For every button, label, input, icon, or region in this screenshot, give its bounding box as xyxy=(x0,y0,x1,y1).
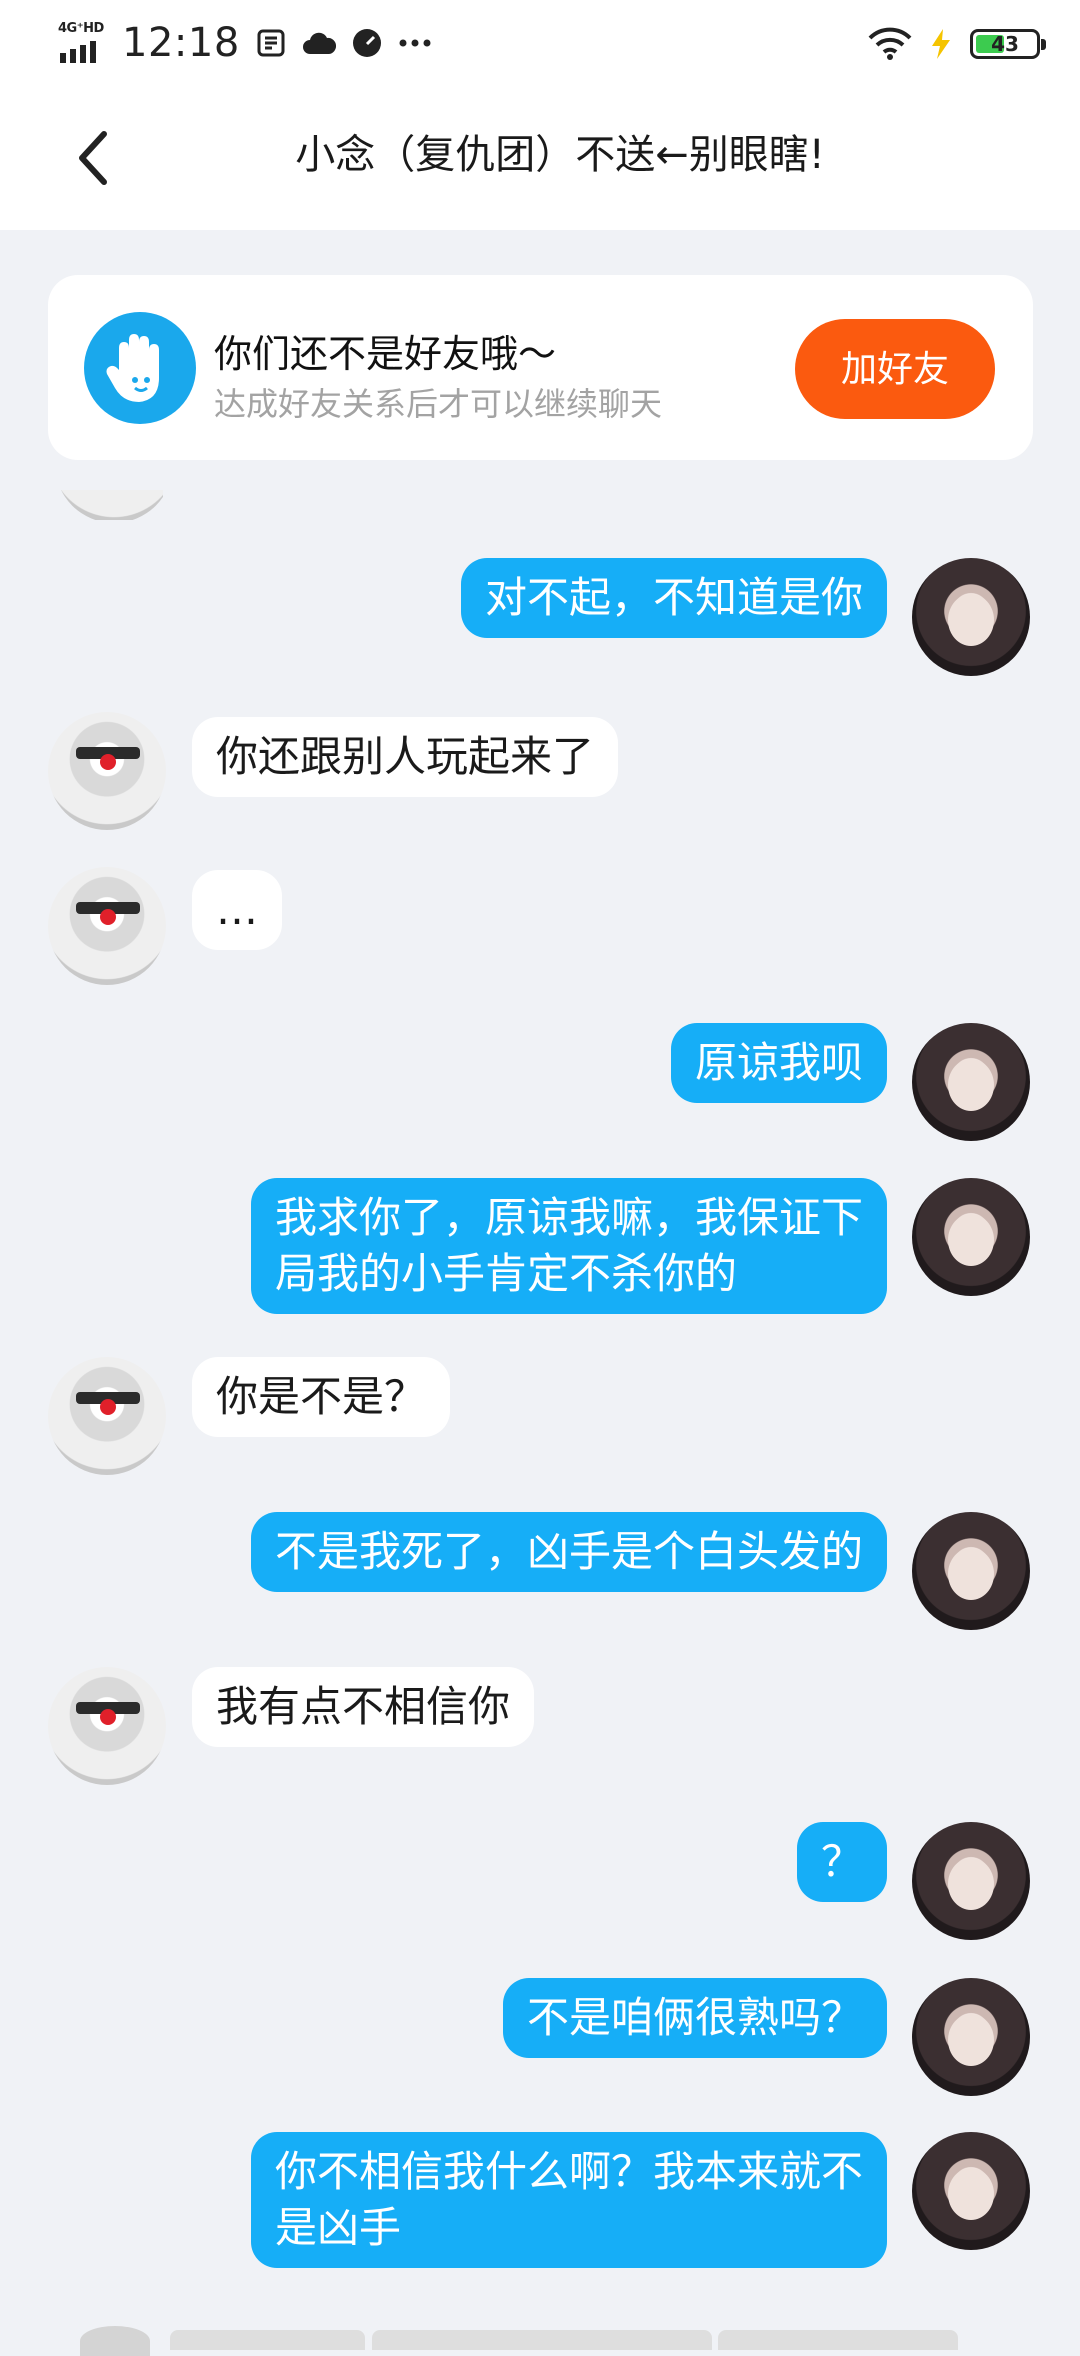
message-bubble-received[interactable]: 你是不是？ xyxy=(192,1357,451,1437)
my-avatar[interactable] xyxy=(912,558,1030,676)
message-line: 我求你了，原谅我嘛，我保证下 xyxy=(274,1193,863,1242)
hand-wave-icon xyxy=(84,312,196,424)
message-bubble-sent[interactable]: 不是我死了，凶手是个白头发的 xyxy=(250,1512,887,1592)
quick-reply-chip[interactable] xyxy=(372,2330,712,2350)
message-bubble-sent[interactable]: ？ xyxy=(796,1822,887,1902)
chat-title: 小念（复仇团）不送←别眼瞎! xyxy=(295,132,825,178)
banner-subtitle: 达成好友关系后才可以继续聊天 xyxy=(214,385,663,423)
back-button[interactable] xyxy=(62,123,122,193)
message-bubble-sent[interactable]: 原谅我呗 xyxy=(670,1023,887,1103)
network-type-label: 4G⁺HD xyxy=(58,21,104,36)
message-bubble-sent[interactable]: 不是咱俩很熟吗？ xyxy=(502,1978,887,2058)
speed-icon xyxy=(350,26,384,60)
wifi-icon xyxy=(868,27,912,61)
my-avatar[interactable] xyxy=(912,1178,1030,1296)
my-avatar[interactable] xyxy=(912,1023,1030,1141)
not-friends-banner: 你们还不是好友哦～ 达成好友关系后才可以继续聊天 加好友 xyxy=(48,275,1033,460)
cloud-icon xyxy=(302,26,336,60)
contact-avatar[interactable] xyxy=(48,867,166,985)
message-bubble-received[interactable]: … xyxy=(192,870,282,950)
avatar xyxy=(80,2326,150,2356)
chevron-left-icon xyxy=(79,131,107,185)
charging-icon xyxy=(924,27,958,61)
my-avatar[interactable] xyxy=(912,1512,1030,1630)
my-avatar[interactable] xyxy=(912,1978,1030,2096)
contact-avatar[interactable] xyxy=(48,1667,166,1785)
cellular-signal-icon: 4G⁺HD xyxy=(58,21,108,65)
more-notifications-icon xyxy=(398,26,432,60)
message-line: 局我的小手肯定不杀你的 xyxy=(274,1249,737,1298)
message-bubble-sent[interactable]: 我求你了，原谅我嘛，我保证下 局我的小手肯定不杀你的 xyxy=(250,1178,887,1314)
my-avatar[interactable] xyxy=(912,1822,1030,1940)
partial-avatar xyxy=(55,490,163,520)
contact-avatar[interactable] xyxy=(48,712,166,830)
add-friend-button[interactable]: 加好友 xyxy=(795,319,995,419)
notification-app-icon xyxy=(254,26,288,60)
contact-avatar[interactable] xyxy=(48,1357,166,1475)
battery-percent: 43 xyxy=(991,32,1019,56)
quick-reply-chip[interactable] xyxy=(170,2330,365,2350)
message-bubble-received[interactable]: 你还跟别人玩起来了 xyxy=(192,717,619,797)
message-bubble-sent[interactable]: 你不相信我什么啊？我本来就不 是凶手 xyxy=(250,2132,887,2268)
message-line: 你不相信我什么啊？我本来就不 xyxy=(274,2147,863,2196)
status-left: 4G⁺HD 12:18 xyxy=(58,18,432,68)
message-line: 是凶手 xyxy=(274,2203,401,2252)
message-bubble-sent[interactable]: 对不起，不知道是你 xyxy=(460,558,887,638)
status-right: 43 xyxy=(868,22,1046,66)
chat-header: 小念（复仇团）不送←别眼瞎! xyxy=(0,85,1080,230)
quick-reply-chip[interactable] xyxy=(718,2330,958,2350)
next-message-peek xyxy=(0,2320,1080,2356)
battery-icon: 43 xyxy=(970,29,1046,59)
status-time: 12:18 xyxy=(122,20,240,66)
message-bubble-received[interactable]: 我有点不相信你 xyxy=(192,1667,535,1747)
my-avatar[interactable] xyxy=(912,2132,1030,2250)
status-bar: 4G⁺HD 12:18 43 xyxy=(0,0,1080,85)
avatar xyxy=(55,490,163,520)
banner-title: 你们还不是好友哦～ xyxy=(214,332,557,376)
